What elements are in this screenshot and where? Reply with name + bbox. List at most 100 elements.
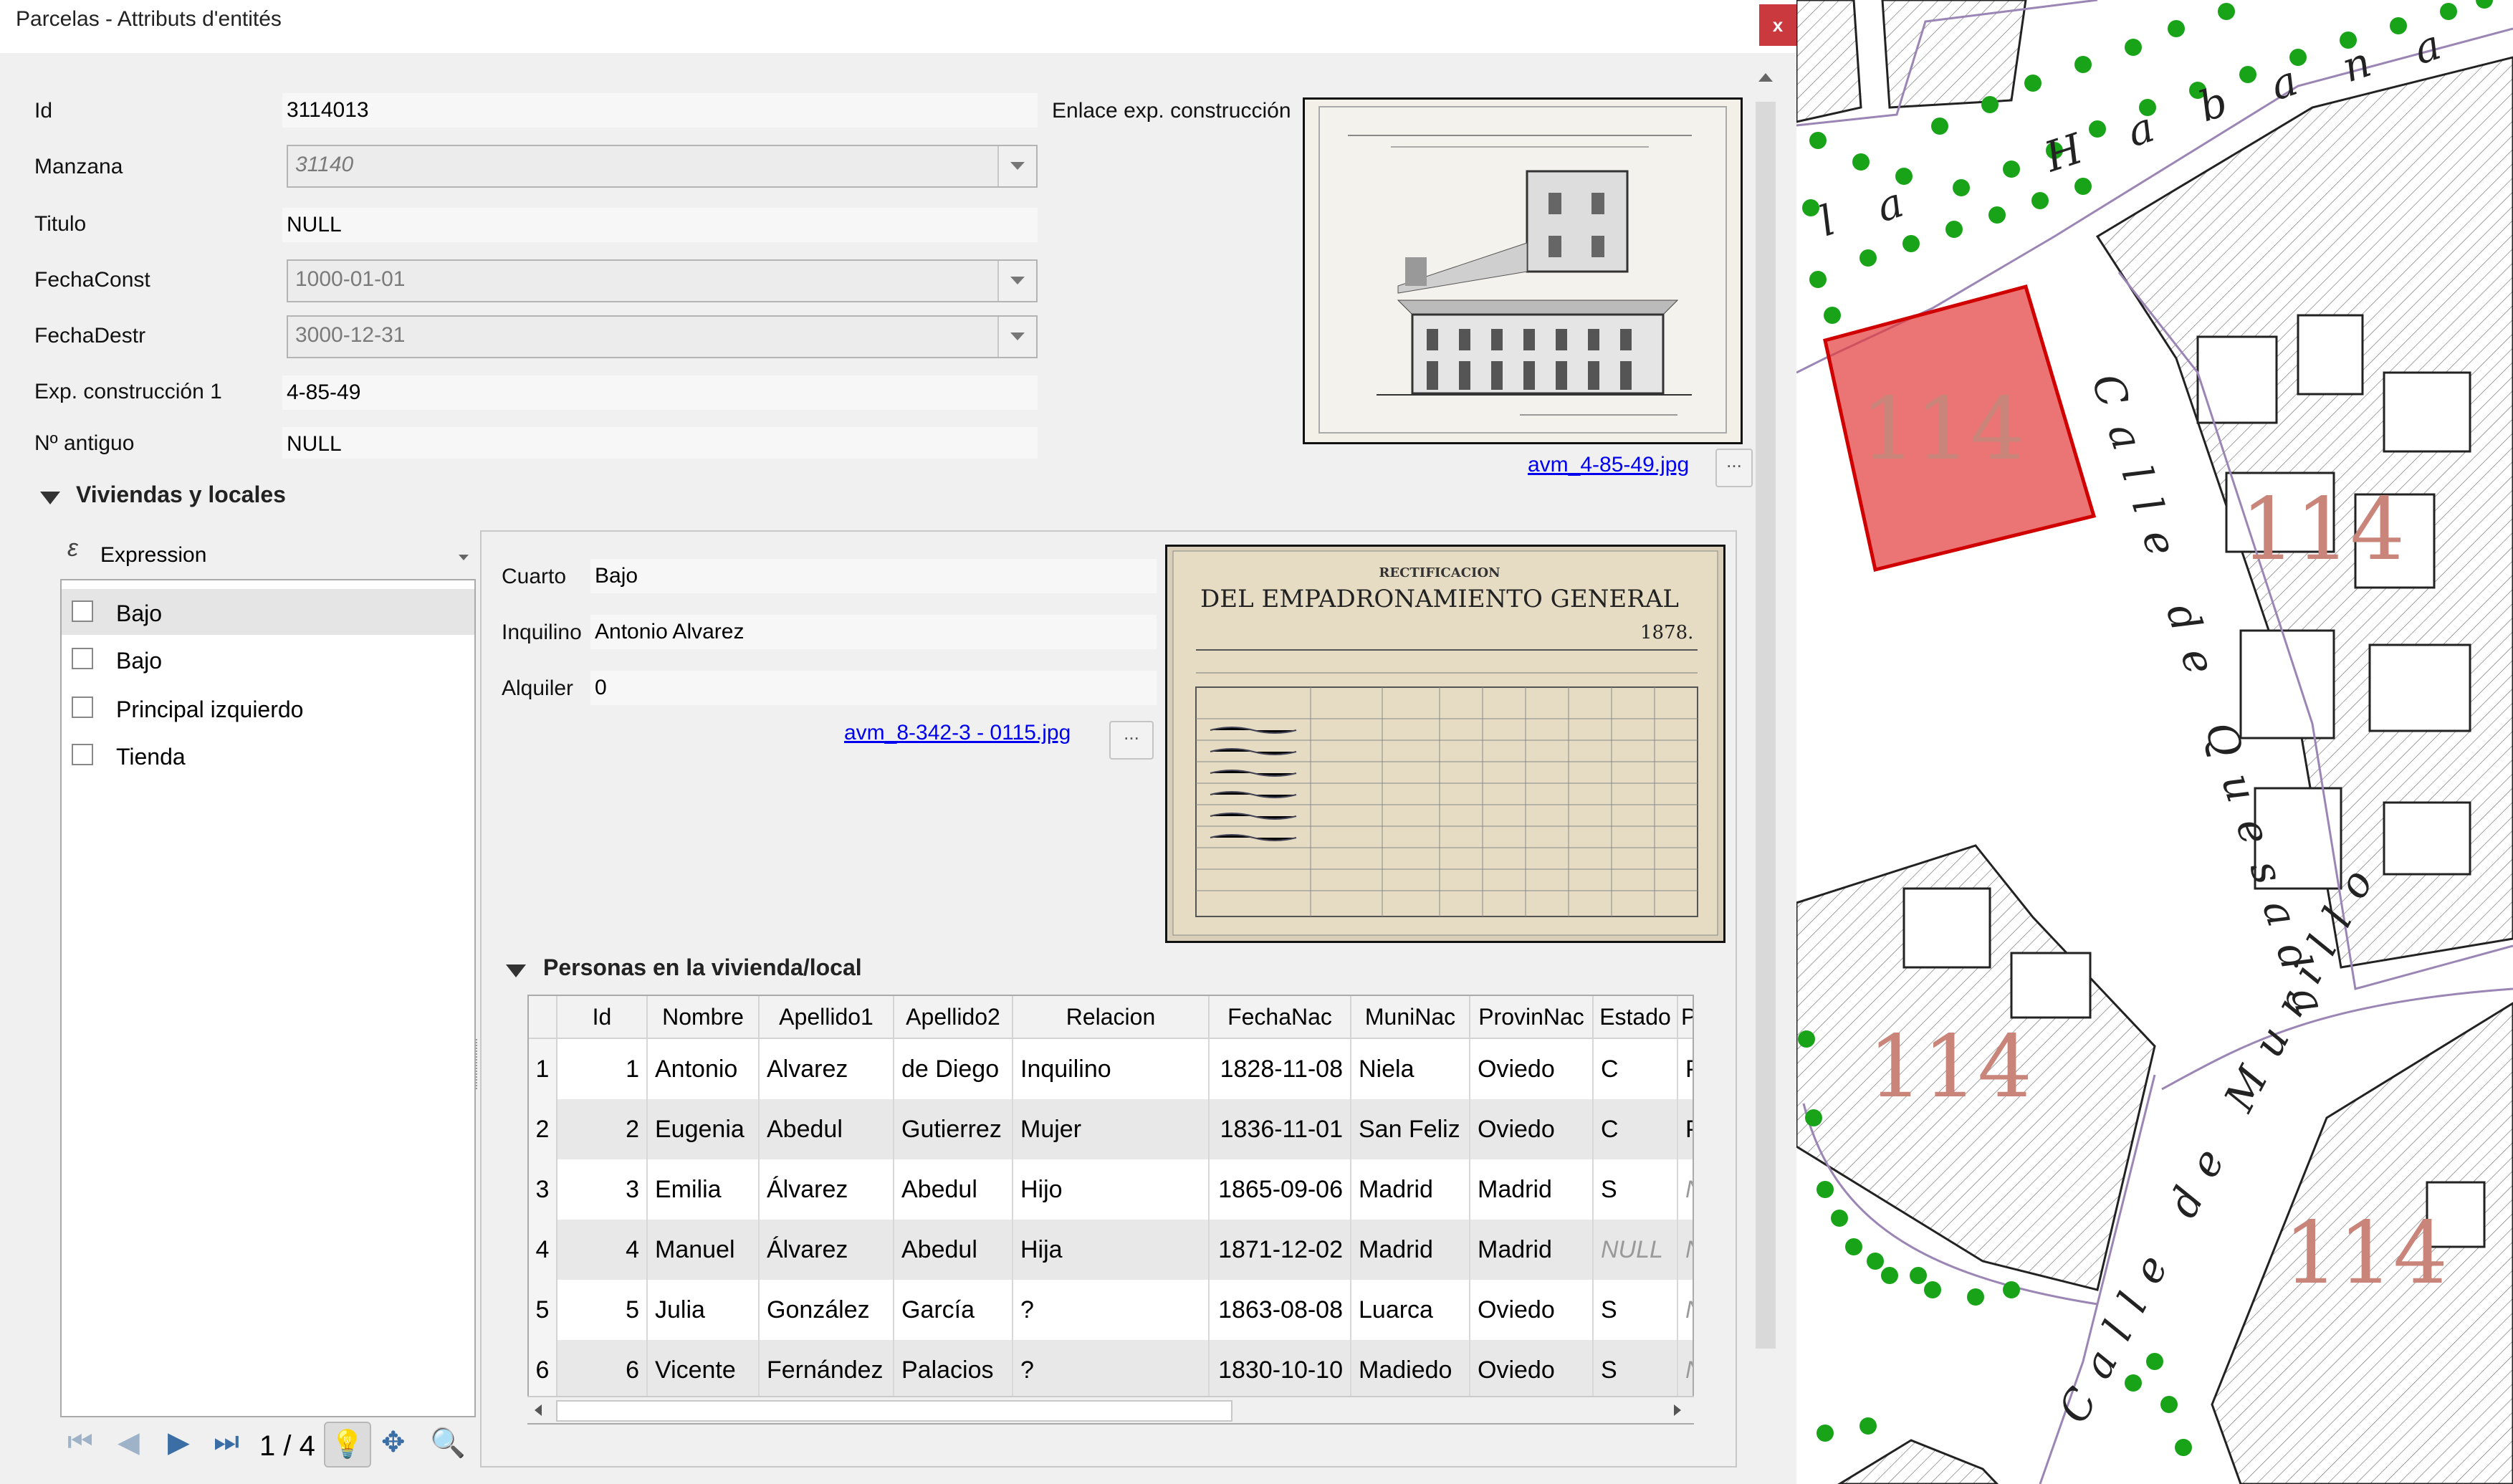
scroll-right-icon[interactable] [1674, 1404, 1681, 1416]
table-cell[interactable]: 1865-09-06 [1210, 1159, 1351, 1220]
table-cell[interactable]: 1830-10-10 [1210, 1340, 1351, 1400]
table-cell[interactable]: Emilia [648, 1159, 760, 1220]
pan-to-feature-icon[interactable]: ✥ [381, 1426, 406, 1459]
table-cell[interactable]: C [1594, 1039, 1678, 1099]
cuarto-input[interactable]: Bajo [590, 559, 1157, 593]
row-number[interactable]: 4 [529, 1220, 557, 1280]
scroll-up-icon[interactable] [1758, 73, 1773, 82]
expression-selector[interactable]: ε Expression [60, 533, 476, 575]
table-cell[interactable]: 4 [557, 1220, 648, 1280]
table-cell[interactable]: Pro [1678, 1039, 1693, 1099]
table-cell[interactable]: Madiedo [1351, 1340, 1470, 1400]
table-cell[interactable]: Oviedo [1470, 1340, 1594, 1400]
checkbox[interactable] [72, 600, 93, 622]
table-cell[interactable]: ? [1013, 1280, 1210, 1340]
census-document-image[interactable]: RECTIFICACION DEL EMPADRONAMIENTO GENERA… [1165, 545, 1725, 943]
field-fechadestr-combo[interactable]: 3000-12-31 [287, 315, 1038, 358]
table-cell[interactable]: Niela [1351, 1039, 1470, 1099]
table-cell[interactable]: 3 [557, 1159, 648, 1220]
table-cell[interactable]: 5 [557, 1280, 648, 1340]
table-cell[interactable]: NU [1678, 1280, 1693, 1340]
viviendas-list[interactable]: Bajo Bajo Principal izquierdo Tienda [60, 579, 476, 1417]
field-fechaconst-combo[interactable]: 1000-01-01 [287, 259, 1038, 302]
row-number[interactable]: 6 [529, 1340, 557, 1400]
row-number[interactable]: 1 [529, 1039, 557, 1099]
table-cell[interactable]: 1863-08-08 [1210, 1280, 1351, 1340]
last-record-icon[interactable]: ⏭ [214, 1426, 239, 1458]
table-cell[interactable]: Inquilino [1013, 1039, 1210, 1099]
table-cell[interactable]: 1871-12-02 [1210, 1220, 1351, 1280]
next-record-icon[interactable]: ▶ [168, 1426, 190, 1459]
column-header[interactable]: Apellido1 [760, 996, 894, 1039]
zoom-to-feature-icon[interactable]: 🔍 [430, 1426, 466, 1460]
column-header[interactable]: FechaNac [1210, 996, 1351, 1039]
chevron-down-icon[interactable] [997, 146, 1036, 186]
table-cell[interactable]: S [1594, 1280, 1678, 1340]
inquilino-input[interactable]: Antonio Alvarez [590, 615, 1157, 649]
table-cell[interactable]: C [1594, 1099, 1678, 1159]
table-cell[interactable]: 2 [557, 1099, 648, 1159]
table-cell[interactable]: Eugenia [648, 1099, 760, 1159]
table-cell[interactable]: Hija [1013, 1220, 1210, 1280]
table-cell[interactable]: Fernández [760, 1340, 894, 1400]
field-exp-input[interactable]: 4-85-49 [282, 375, 1038, 410]
table-cell[interactable]: S [1594, 1159, 1678, 1220]
map-canvas[interactable]: 114 114 114 114 l a H a b a n a Calle de… [1796, 0, 2513, 1484]
close-button[interactable]: x [1759, 4, 1796, 46]
scroll-thumb[interactable] [556, 1400, 1232, 1422]
table-cell[interactable]: San Feliz [1351, 1099, 1470, 1159]
table-cell[interactable]: Álvarez [760, 1159, 894, 1220]
field-manzana-combo[interactable]: 31140 [287, 145, 1038, 188]
table-cell[interactable]: Julia [648, 1280, 760, 1340]
scroll-left-icon[interactable] [535, 1404, 542, 1416]
column-header[interactable]: Estado [1594, 996, 1678, 1039]
checkbox[interactable] [72, 696, 93, 718]
checkbox[interactable] [72, 744, 93, 765]
chevron-down-icon[interactable] [997, 317, 1036, 357]
chevron-down-icon[interactable] [459, 555, 469, 560]
row-number[interactable]: 2 [529, 1099, 557, 1159]
highlight-feature-icon[interactable]: 💡 [324, 1422, 371, 1468]
table-cell[interactable]: Madrid [1470, 1220, 1594, 1280]
scroll-thumb[interactable] [1756, 102, 1776, 1349]
table-cell[interactable]: Madrid [1470, 1159, 1594, 1220]
column-header[interactable]: Pr [1678, 996, 1693, 1039]
enlace-file-link[interactable]: avm_4-85-49.jpg [1528, 453, 1689, 477]
column-header[interactable]: Nombre [648, 996, 760, 1039]
table-cell[interactable]: Oviedo [1470, 1099, 1594, 1159]
row-number[interactable]: 5 [529, 1280, 557, 1340]
table-cell[interactable]: Vicente [648, 1340, 760, 1400]
column-header[interactable]: ProvinNac [1470, 996, 1594, 1039]
table-cell[interactable]: 1 [557, 1039, 648, 1099]
table-cell[interactable]: Pro [1678, 1099, 1693, 1159]
table-cell[interactable]: ? [1013, 1340, 1210, 1400]
table-cell[interactable]: García [894, 1280, 1013, 1340]
table-cell[interactable]: Hijo [1013, 1159, 1210, 1220]
row-number[interactable]: 3 [529, 1159, 557, 1220]
personas-table[interactable]: Id Nombre Apellido1 Apellido2 Relacion F… [527, 995, 1694, 1425]
table-cell[interactable]: NU [1678, 1159, 1693, 1220]
table-cell[interactable]: 6 [557, 1340, 648, 1400]
table-cell[interactable]: Gutierrez [894, 1099, 1013, 1159]
table-cell[interactable]: NU [1678, 1220, 1693, 1280]
alquiler-input[interactable]: 0 [590, 671, 1157, 705]
collapse-arrow-icon[interactable] [506, 964, 526, 977]
table-cell[interactable]: Alvarez [760, 1039, 894, 1099]
enlace-browse-button[interactable]: ... [1715, 449, 1753, 487]
table-cell[interactable]: 1828-11-08 [1210, 1039, 1351, 1099]
table-cell[interactable]: Antonio [648, 1039, 760, 1099]
field-id-input[interactable]: 3114013 [282, 93, 1038, 128]
list-item[interactable]: Principal izquierdo [62, 685, 474, 731]
table-cell[interactable]: de Diego [894, 1039, 1013, 1099]
table-cell[interactable]: González [760, 1280, 894, 1340]
table-cell[interactable]: S [1594, 1340, 1678, 1400]
table-cell[interactable]: Palacios [894, 1340, 1013, 1400]
table-cell[interactable]: Luarca [1351, 1280, 1470, 1340]
table-cell[interactable]: Oviedo [1470, 1039, 1594, 1099]
table-horizontal-scrollbar[interactable] [527, 1396, 1694, 1423]
construction-plan-image[interactable] [1303, 97, 1743, 444]
field-numero-antiguo-input[interactable]: NULL [282, 427, 1038, 459]
vivienda-file-link[interactable]: avm_8-342-3 - 0115.jpg [844, 721, 1071, 745]
table-cell[interactable]: Oviedo [1470, 1280, 1594, 1340]
table-cell[interactable]: 1836-11-01 [1210, 1099, 1351, 1159]
